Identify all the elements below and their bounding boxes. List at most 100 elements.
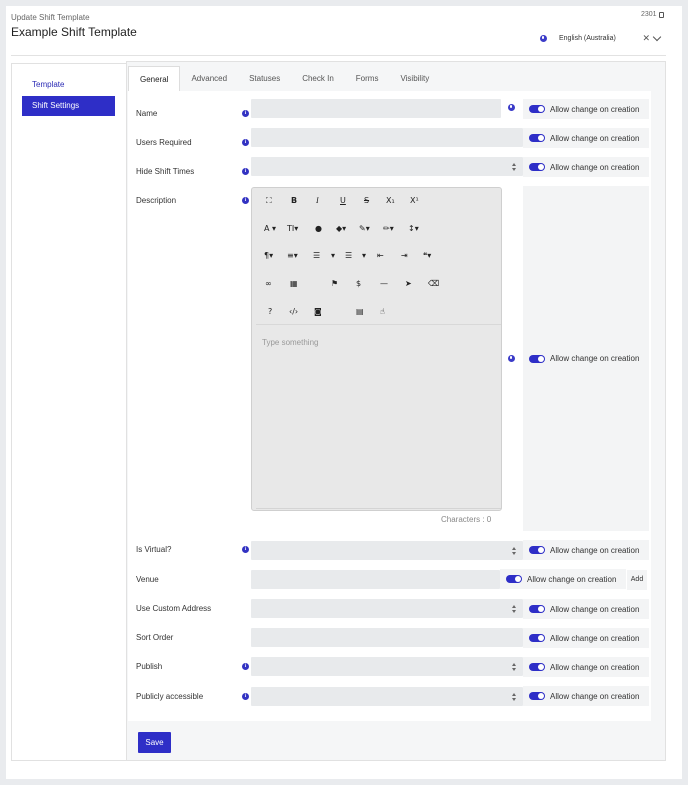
brush-icon[interactable]: ✎▾ — [359, 224, 370, 233]
tab-check-in[interactable]: Check In — [291, 66, 345, 91]
sidebar-item-shift-settings[interactable]: Shift Settings — [22, 96, 115, 116]
flag-icon[interactable]: ⚑ — [331, 279, 338, 288]
allow-change-toggle[interactable]: Allow change on creation — [523, 657, 649, 677]
publish-select[interactable] — [251, 657, 523, 676]
paragraph-icon[interactable]: ¶▾ — [264, 251, 273, 260]
hide-shift-times-select[interactable] — [251, 157, 523, 176]
users-required-field[interactable] — [251, 128, 523, 147]
indent-icon[interactable]: ⇥ — [401, 251, 408, 260]
hand-pointer-icon[interactable]: ☝ — [380, 307, 385, 316]
allow-change-toggle[interactable]: Allow change on creation — [523, 128, 649, 148]
select-arrows-icon — [512, 663, 517, 671]
file-icon[interactable]: ▤ — [356, 307, 364, 316]
font-size-glyph: TI — [287, 224, 295, 233]
allow-change-toggle[interactable]: Allow change on creation — [523, 628, 649, 648]
publicly-accessible-select[interactable] — [251, 687, 523, 706]
info-icon[interactable]: i — [242, 693, 249, 700]
align-icon[interactable]: ≡▾ — [287, 251, 298, 260]
allow-change-toggle[interactable]: Allow change on creation — [523, 686, 649, 706]
toggle-switch[interactable] — [529, 546, 545, 554]
pencil-icon[interactable]: ✏▾ — [383, 224, 394, 233]
toggle-switch[interactable] — [529, 634, 545, 642]
superscript-icon[interactable]: X¹ — [410, 196, 419, 205]
allow-change-toggle[interactable]: Allow change on creation — [523, 99, 649, 119]
add-venue-button[interactable]: Add — [627, 570, 647, 590]
italic-icon[interactable]: I — [316, 196, 319, 205]
info-icon[interactable]: i — [242, 168, 249, 175]
info-icon[interactable]: i — [242, 110, 249, 117]
tab-visibility[interactable]: Visibility — [389, 66, 440, 91]
unordered-list-chevron-icon[interactable]: ▾ — [362, 251, 366, 260]
sort-order-field[interactable] — [251, 628, 523, 647]
locale-select[interactable]: English (Australia) ✕ — [538, 30, 666, 46]
use-custom-address-select[interactable] — [251, 599, 523, 618]
toggle-switch[interactable] — [529, 605, 545, 613]
cursor-icon[interactable]: ➤ — [405, 279, 412, 288]
strikethrough-icon[interactable]: S — [364, 196, 369, 205]
toggle-switch[interactable] — [529, 354, 545, 363]
tag-icon[interactable]: ◆▾ — [336, 224, 346, 233]
tab-general[interactable]: General — [128, 66, 181, 91]
description-editor[interactable] — [251, 187, 502, 511]
camera-icon[interactable]: ◙ — [314, 307, 322, 316]
eraser-icon[interactable]: ⌫ — [428, 279, 439, 288]
code-view-icon[interactable]: ‹/› — [289, 307, 298, 316]
ordered-list-icon[interactable]: ☰ — [313, 251, 320, 260]
toggle-switch[interactable] — [529, 134, 545, 142]
allow-change-toggle[interactable]: Allow change on creation — [523, 599, 649, 619]
select-arrows-icon — [512, 547, 517, 555]
allow-change-toggle[interactable]: Allow change on creation — [523, 157, 649, 177]
font-family-icon[interactable]: A ▾ — [264, 224, 276, 233]
toggle-switch[interactable] — [506, 575, 522, 583]
table-icon[interactable]: ▦ — [290, 279, 298, 288]
allow-change-toggle[interactable]: Allow change on creation — [523, 540, 649, 560]
save-button[interactable]: Save — [138, 732, 171, 753]
help-icon[interactable]: ? — [268, 307, 272, 316]
editor-divider — [256, 324, 501, 325]
name-field[interactable] — [251, 99, 501, 118]
ordered-list-chevron-icon[interactable]: ▾ — [331, 251, 335, 260]
toggle-switch[interactable] — [529, 163, 545, 171]
breadcrumb[interactable]: Update Shift Template — [11, 13, 90, 22]
info-icon[interactable]: i — [242, 663, 249, 670]
unordered-list-icon[interactable]: ☰ — [345, 251, 352, 260]
info-icon[interactable]: i — [242, 197, 249, 204]
toggle-switch[interactable] — [529, 663, 545, 671]
info-icon[interactable]: i — [242, 546, 249, 553]
description-label: Description — [136, 196, 177, 205]
close-icon[interactable]: ✕ — [642, 33, 650, 44]
allow-change-toggle[interactable]: Allow change on creation — [523, 186, 649, 531]
bold-icon[interactable]: B — [291, 196, 297, 205]
editor-placeholder[interactable]: Type something — [262, 338, 318, 347]
record-id-value: 2301 — [641, 11, 657, 18]
tab-statuses[interactable]: Statuses — [238, 66, 291, 91]
toggle-switch[interactable] — [529, 105, 545, 113]
outdent-icon[interactable]: ⇤ — [377, 251, 384, 260]
toggle-label: Allow change on creation — [550, 354, 640, 363]
toggle-switch[interactable] — [529, 692, 545, 700]
info-icon[interactable]: i — [242, 139, 249, 146]
font-size-icon[interactable]: TI▾ — [287, 224, 298, 233]
horizontal-rule-icon[interactable]: — — [380, 279, 388, 288]
link-icon[interactable]: ∞ — [265, 279, 272, 288]
insert-math-icon[interactable]: $ — [356, 279, 361, 288]
quote-icon[interactable]: ❝▾ — [423, 251, 431, 260]
chevron-down-icon[interactable] — [652, 32, 662, 41]
line-height-icon[interactable]: ↕▾ — [408, 224, 419, 233]
select-arrows-icon — [512, 693, 517, 701]
tab-advanced[interactable]: Advanced — [180, 66, 238, 91]
sidebar-item-template[interactable]: Template — [22, 75, 115, 95]
tab-forms[interactable]: Forms — [345, 66, 390, 91]
toggle-label: Allow change on creation — [527, 574, 617, 584]
is-virtual-select[interactable] — [251, 541, 523, 560]
fullscreen-icon[interactable]: ⛶ — [266, 196, 272, 206]
allow-change-toggle[interactable]: Allow change on creation — [500, 569, 626, 589]
underline-icon[interactable]: U — [340, 196, 346, 205]
venue-field[interactable] — [251, 570, 500, 589]
globe-icon[interactable] — [508, 355, 515, 362]
globe-icon[interactable] — [508, 104, 515, 111]
copy-icon[interactable] — [658, 11, 664, 18]
subscript-icon[interactable]: X₁ — [386, 196, 395, 205]
page-title: Example Shift Template — [11, 25, 137, 39]
color-drop-icon[interactable]: ● — [315, 224, 322, 233]
